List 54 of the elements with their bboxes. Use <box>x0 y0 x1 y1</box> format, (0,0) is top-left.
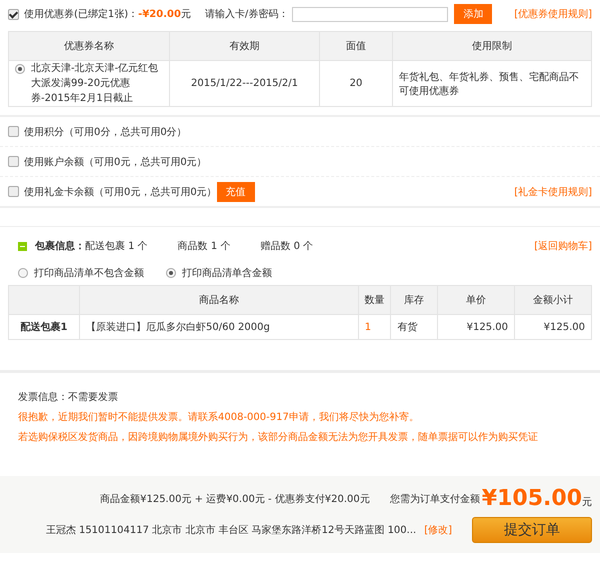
shipping-address: 王冠杰 15101104117 北京市 北京市 丰台区 马家堡东路洋桥12号天路蓝图 100... <box>46 524 416 537</box>
back-to-cart-link[interactable]: [返回购物车] <box>534 239 592 253</box>
collapse-icon[interactable] <box>18 242 27 250</box>
table-cell: 有货 <box>390 314 438 340</box>
radio-button[interactable] <box>15 64 25 74</box>
checkbox[interactable] <box>8 186 19 197</box>
option-label: 使用积分（可用0分，总共可用0分） <box>24 126 187 138</box>
add-button[interactable]: 添加 <box>454 4 492 24</box>
table-cell: 【原装进口】厄瓜多尔白虾50/60 2000g <box>80 314 358 340</box>
code-label: 请输入卡/券密码： <box>204 8 288 21</box>
invoice-info: 发票信息：不需要发票 <box>18 390 119 405</box>
table-cell: 1 <box>358 314 391 340</box>
option-label: 使用礼金卡余额（可用0元，总共可用0元） <box>24 186 217 198</box>
column-header: 面值 <box>320 32 392 60</box>
pay-label: 您需为订单支付金额 <box>390 492 480 506</box>
checkbox[interactable] <box>8 156 19 167</box>
coupon-amount: -¥20.00元 <box>138 8 191 21</box>
edit-link[interactable]: [修改] <box>424 523 452 537</box>
column-header: 优惠券名称 <box>8 32 170 60</box>
coupon-label: 使用优惠券(已绑定1张)： <box>24 8 138 21</box>
column-header: 商品名称 <box>80 286 358 314</box>
rules-link[interactable]: [优惠券使用规则] <box>514 7 592 21</box>
option-label: 使用账户余额（可用0元，总共可用0元） <box>24 156 207 168</box>
table-cell: 配送包裹1 <box>8 314 80 340</box>
print-option-label: 打印商品清单含金额 <box>182 266 272 280</box>
radio-button[interactable] <box>166 268 176 278</box>
table-cell: 年货礼包、年货礼券、预售、宅配商品不可使用优惠券 <box>392 60 592 106</box>
column-header: 有效期 <box>170 32 320 60</box>
table-cell: ¥125.00 <box>514 314 592 340</box>
invoice-notice: 若选购保税区发货商品，因跨境购物属境外购买行为，该部分商品金额无法为您开具发票，随单票据可以作为购买凭证 <box>18 430 539 445</box>
column-header: 数量 <box>358 286 391 314</box>
checkbox[interactable] <box>8 8 19 20</box>
parcel-count: 配送包裹 1 个 <box>85 240 148 253</box>
table-cell: 20 <box>320 60 392 106</box>
rules-link[interactable]: [礼金卡使用规则] <box>514 184 592 198</box>
column-header: 金额小计 <box>514 286 592 314</box>
column-header: 单价 <box>438 286 514 314</box>
print-option-label: 打印商品清单不包含金额 <box>34 266 144 280</box>
package-title: 包裹信息： <box>35 239 85 253</box>
column-header: 库存 <box>390 286 438 314</box>
checkbox[interactable] <box>8 126 19 137</box>
item-count: 商品数 1 个 <box>178 240 230 253</box>
submit-order-button[interactable]: 提交订单 <box>472 517 592 543</box>
column-header: 使用限制 <box>392 32 592 60</box>
gift-count: 赠品数 0 个 <box>260 240 314 253</box>
code-input-field[interactable] <box>292 6 448 22</box>
order-total: ¥105.00元 <box>480 486 592 511</box>
invoice-notice: 很抱歉，近期我们暂时不能提供发票。请联系4008-000-917申请，我们将尽快为您补寄。 <box>18 410 420 425</box>
recharge-button[interactable]: 充值 <box>216 182 255 202</box>
radio-button[interactable] <box>18 268 28 278</box>
table-cell: ¥125.00 <box>438 314 514 340</box>
table-cell-text: 北京天津-北京天津-亿元红包大派发满99-20元优惠券-2015年2月1日截止 <box>31 62 160 106</box>
table-cell: 2015/1/22---2015/2/1 <box>170 60 320 106</box>
price-breakdown: 商品金额¥125.00元 + 运费¥0.00元 - 优惠券支付¥20.00元 <box>100 492 370 506</box>
